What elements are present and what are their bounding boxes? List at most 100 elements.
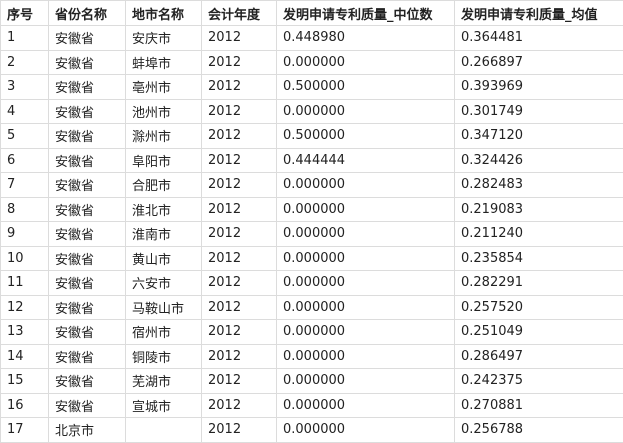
table-row[interactable]: 14 安徽省 铜陵市 2012 0.000000 0.286497 <box>0 343 623 369</box>
cell-index[interactable]: 8 <box>0 196 49 222</box>
cell-fiscal-year[interactable]: 2012 <box>201 245 277 271</box>
cell-fiscal-year[interactable]: 2012 <box>201 196 277 222</box>
cell-patent-quality-mean[interactable]: 0.393969 <box>454 74 623 100</box>
cell-patent-quality-mean[interactable]: 0.270881 <box>454 392 623 418</box>
table-row[interactable]: 17 北京市 2012 0.000000 0.256788 <box>0 417 623 443</box>
cell-city[interactable]: 蚌埠市 <box>125 49 202 75</box>
cell-fiscal-year[interactable]: 2012 <box>201 417 277 443</box>
cell-fiscal-year[interactable]: 2012 <box>201 319 277 345</box>
cell-patent-quality-mean[interactable]: 0.282291 <box>454 270 623 296</box>
cell-city[interactable]: 合肥市 <box>125 172 202 198</box>
cell-city[interactable]: 池州市 <box>125 98 202 124</box>
cell-patent-quality-median[interactable]: 0.500000 <box>276 74 455 100</box>
table-row[interactable]: 15 安徽省 芜湖市 2012 0.000000 0.242375 <box>0 368 623 394</box>
cell-index[interactable]: 1 <box>0 25 49 51</box>
cell-index[interactable]: 15 <box>0 368 49 394</box>
cell-patent-quality-mean[interactable]: 0.256788 <box>454 417 623 443</box>
cell-index[interactable]: 7 <box>0 172 49 198</box>
col-header-province[interactable]: 省份名称 <box>48 0 126 26</box>
table-row[interactable]: 16 安徽省 宣城市 2012 0.000000 0.270881 <box>0 392 623 418</box>
cell-fiscal-year[interactable]: 2012 <box>201 392 277 418</box>
cell-patent-quality-median[interactable]: 0.000000 <box>276 270 455 296</box>
cell-province[interactable]: 安徽省 <box>48 98 126 124</box>
cell-city[interactable]: 阜阳市 <box>125 147 202 173</box>
cell-patent-quality-median[interactable]: 0.000000 <box>276 343 455 369</box>
cell-index[interactable]: 17 <box>0 417 49 443</box>
cell-patent-quality-mean[interactable]: 0.235854 <box>454 245 623 271</box>
cell-patent-quality-mean[interactable]: 0.251049 <box>454 319 623 345</box>
cell-city[interactable]: 宿州市 <box>125 319 202 345</box>
cell-index[interactable]: 2 <box>0 49 49 75</box>
cell-patent-quality-mean[interactable]: 0.211240 <box>454 221 623 247</box>
table-row[interactable]: 13 安徽省 宿州市 2012 0.000000 0.251049 <box>0 319 623 345</box>
cell-city[interactable]: 马鞍山市 <box>125 294 202 320</box>
cell-patent-quality-mean[interactable]: 0.286497 <box>454 343 623 369</box>
cell-fiscal-year[interactable]: 2012 <box>201 343 277 369</box>
cell-patent-quality-mean[interactable]: 0.347120 <box>454 123 623 149</box>
cell-patent-quality-median[interactable]: 0.444444 <box>276 147 455 173</box>
cell-province[interactable]: 安徽省 <box>48 74 126 100</box>
cell-province[interactable]: 安徽省 <box>48 123 126 149</box>
cell-patent-quality-median[interactable]: 0.000000 <box>276 221 455 247</box>
col-header-city[interactable]: 地市名称 <box>125 0 202 26</box>
table-row[interactable]: 10 安徽省 黄山市 2012 0.000000 0.235854 <box>0 245 623 271</box>
cell-index[interactable]: 14 <box>0 343 49 369</box>
cell-province[interactable]: 安徽省 <box>48 245 126 271</box>
col-header-patent-quality-median[interactable]: 发明申请专利质量_中位数 <box>276 0 455 26</box>
cell-city[interactable] <box>125 417 202 443</box>
cell-patent-quality-median[interactable]: 0.000000 <box>276 294 455 320</box>
cell-province[interactable]: 安徽省 <box>48 221 126 247</box>
table-row[interactable]: 4 安徽省 池州市 2012 0.000000 0.301749 <box>0 98 623 124</box>
cell-province[interactable]: 安徽省 <box>48 343 126 369</box>
cell-city[interactable]: 铜陵市 <box>125 343 202 369</box>
cell-province[interactable]: 北京市 <box>48 417 126 443</box>
cell-patent-quality-median[interactable]: 0.000000 <box>276 417 455 443</box>
table-row[interactable]: 6 安徽省 阜阳市 2012 0.444444 0.324426 <box>0 147 623 173</box>
cell-province[interactable]: 安徽省 <box>48 392 126 418</box>
col-header-fiscal-year[interactable]: 会计年度 <box>201 0 277 26</box>
cell-fiscal-year[interactable]: 2012 <box>201 270 277 296</box>
cell-patent-quality-median[interactable]: 0.000000 <box>276 245 455 271</box>
cell-patent-quality-median[interactable]: 0.000000 <box>276 98 455 124</box>
cell-patent-quality-median[interactable]: 0.000000 <box>276 392 455 418</box>
col-header-patent-quality-mean[interactable]: 发明申请专利质量_均值 <box>454 0 623 26</box>
cell-city[interactable]: 安庆市 <box>125 25 202 51</box>
cell-patent-quality-mean[interactable]: 0.324426 <box>454 147 623 173</box>
cell-patent-quality-mean[interactable]: 0.301749 <box>454 98 623 124</box>
table-row[interactable]: 2 安徽省 蚌埠市 2012 0.000000 0.266897 <box>0 49 623 75</box>
cell-fiscal-year[interactable]: 2012 <box>201 172 277 198</box>
cell-patent-quality-median[interactable]: 0.000000 <box>276 368 455 394</box>
cell-patent-quality-mean[interactable]: 0.282483 <box>454 172 623 198</box>
cell-fiscal-year[interactable]: 2012 <box>201 147 277 173</box>
cell-fiscal-year[interactable]: 2012 <box>201 368 277 394</box>
cell-province[interactable]: 安徽省 <box>48 368 126 394</box>
cell-patent-quality-median[interactable]: 0.000000 <box>276 49 455 75</box>
cell-province[interactable]: 安徽省 <box>48 49 126 75</box>
cell-fiscal-year[interactable]: 2012 <box>201 123 277 149</box>
cell-city[interactable]: 六安市 <box>125 270 202 296</box>
cell-city[interactable]: 淮南市 <box>125 221 202 247</box>
cell-fiscal-year[interactable]: 2012 <box>201 221 277 247</box>
cell-province[interactable]: 安徽省 <box>48 25 126 51</box>
table-row[interactable]: 8 安徽省 淮北市 2012 0.000000 0.219083 <box>0 196 623 222</box>
cell-patent-quality-mean[interactable]: 0.364481 <box>454 25 623 51</box>
cell-index[interactable]: 10 <box>0 245 49 271</box>
table-row[interactable]: 5 安徽省 滁州市 2012 0.500000 0.347120 <box>0 123 623 149</box>
cell-patent-quality-median[interactable]: 0.500000 <box>276 123 455 149</box>
cell-patent-quality-mean[interactable]: 0.242375 <box>454 368 623 394</box>
table-row[interactable]: 3 安徽省 亳州市 2012 0.500000 0.393969 <box>0 74 623 100</box>
table-row[interactable]: 7 安徽省 合肥市 2012 0.000000 0.282483 <box>0 172 623 198</box>
cell-index[interactable]: 16 <box>0 392 49 418</box>
cell-patent-quality-mean[interactable]: 0.266897 <box>454 49 623 75</box>
cell-index[interactable]: 11 <box>0 270 49 296</box>
cell-city[interactable]: 亳州市 <box>125 74 202 100</box>
cell-city[interactable]: 芜湖市 <box>125 368 202 394</box>
cell-fiscal-year[interactable]: 2012 <box>201 25 277 51</box>
cell-province[interactable]: 安徽省 <box>48 294 126 320</box>
cell-index[interactable]: 13 <box>0 319 49 345</box>
cell-fiscal-year[interactable]: 2012 <box>201 74 277 100</box>
cell-patent-quality-median[interactable]: 0.000000 <box>276 196 455 222</box>
table-row[interactable]: 12 安徽省 马鞍山市 2012 0.000000 0.257520 <box>0 294 623 320</box>
cell-province[interactable]: 安徽省 <box>48 172 126 198</box>
cell-city[interactable]: 滁州市 <box>125 123 202 149</box>
